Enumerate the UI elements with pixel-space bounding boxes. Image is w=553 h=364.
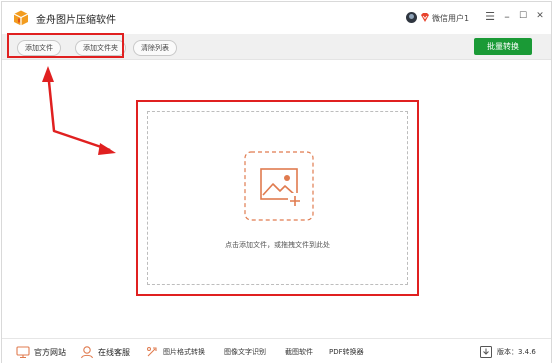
menu-icon[interactable]: ☰	[483, 9, 497, 23]
pdf-converter-label: PDF转换器	[329, 348, 364, 356]
status-bar: 官方网站 在线客服 图片格式转换 图像文字识别 截图软件 PDF转换器 版本：3…	[2, 338, 551, 364]
pdf-converter-link[interactable]: PDF转换器	[329, 345, 364, 359]
close-icon[interactable]: ✕	[533, 9, 547, 23]
version-label: 版本：3.4.6	[497, 348, 536, 356]
image-format-convert-label: 图片格式转换	[163, 348, 205, 356]
minimize-icon[interactable]: –	[500, 9, 514, 23]
app-title: 金舟图片压缩软件	[36, 15, 116, 26]
vip-diamond-icon	[421, 13, 429, 22]
image-convert-icon	[147, 347, 157, 357]
official-site-link[interactable]: 官方网站	[16, 345, 66, 359]
clear-list-button[interactable]: 清除列表	[133, 40, 177, 56]
monitor-icon	[16, 346, 30, 359]
annotation-box-dropzone	[136, 100, 419, 296]
title-bar: 金舟图片压缩软件 微信用户1 ☰ – ☐ ✕	[2, 2, 551, 34]
screenshot-software-label: 截图软件	[285, 348, 313, 356]
user-avatar[interactable]	[406, 12, 417, 23]
download-icon	[480, 346, 492, 358]
image-format-convert-link[interactable]: 图片格式转换	[145, 345, 205, 359]
image-ocr-label: 图像文字识别	[224, 348, 266, 356]
version-info[interactable]: 版本：3.4.6	[479, 345, 536, 359]
annotation-box-toolbar	[7, 33, 124, 58]
maximize-icon[interactable]: ☐	[516, 9, 530, 23]
online-service-label: 在线客服	[98, 347, 130, 357]
screenshot-software-link[interactable]: 截图软件	[285, 345, 313, 359]
app-logo-icon	[13, 10, 29, 26]
batch-convert-button[interactable]: 批量转换	[474, 38, 532, 55]
online-service-link[interactable]: 在线客服	[80, 345, 130, 359]
headset-person-icon	[80, 346, 94, 359]
user-name[interactable]: 微信用户1	[432, 13, 469, 24]
official-site-label: 官方网站	[34, 347, 66, 357]
image-ocr-link[interactable]: 图像文字识别	[224, 345, 266, 359]
